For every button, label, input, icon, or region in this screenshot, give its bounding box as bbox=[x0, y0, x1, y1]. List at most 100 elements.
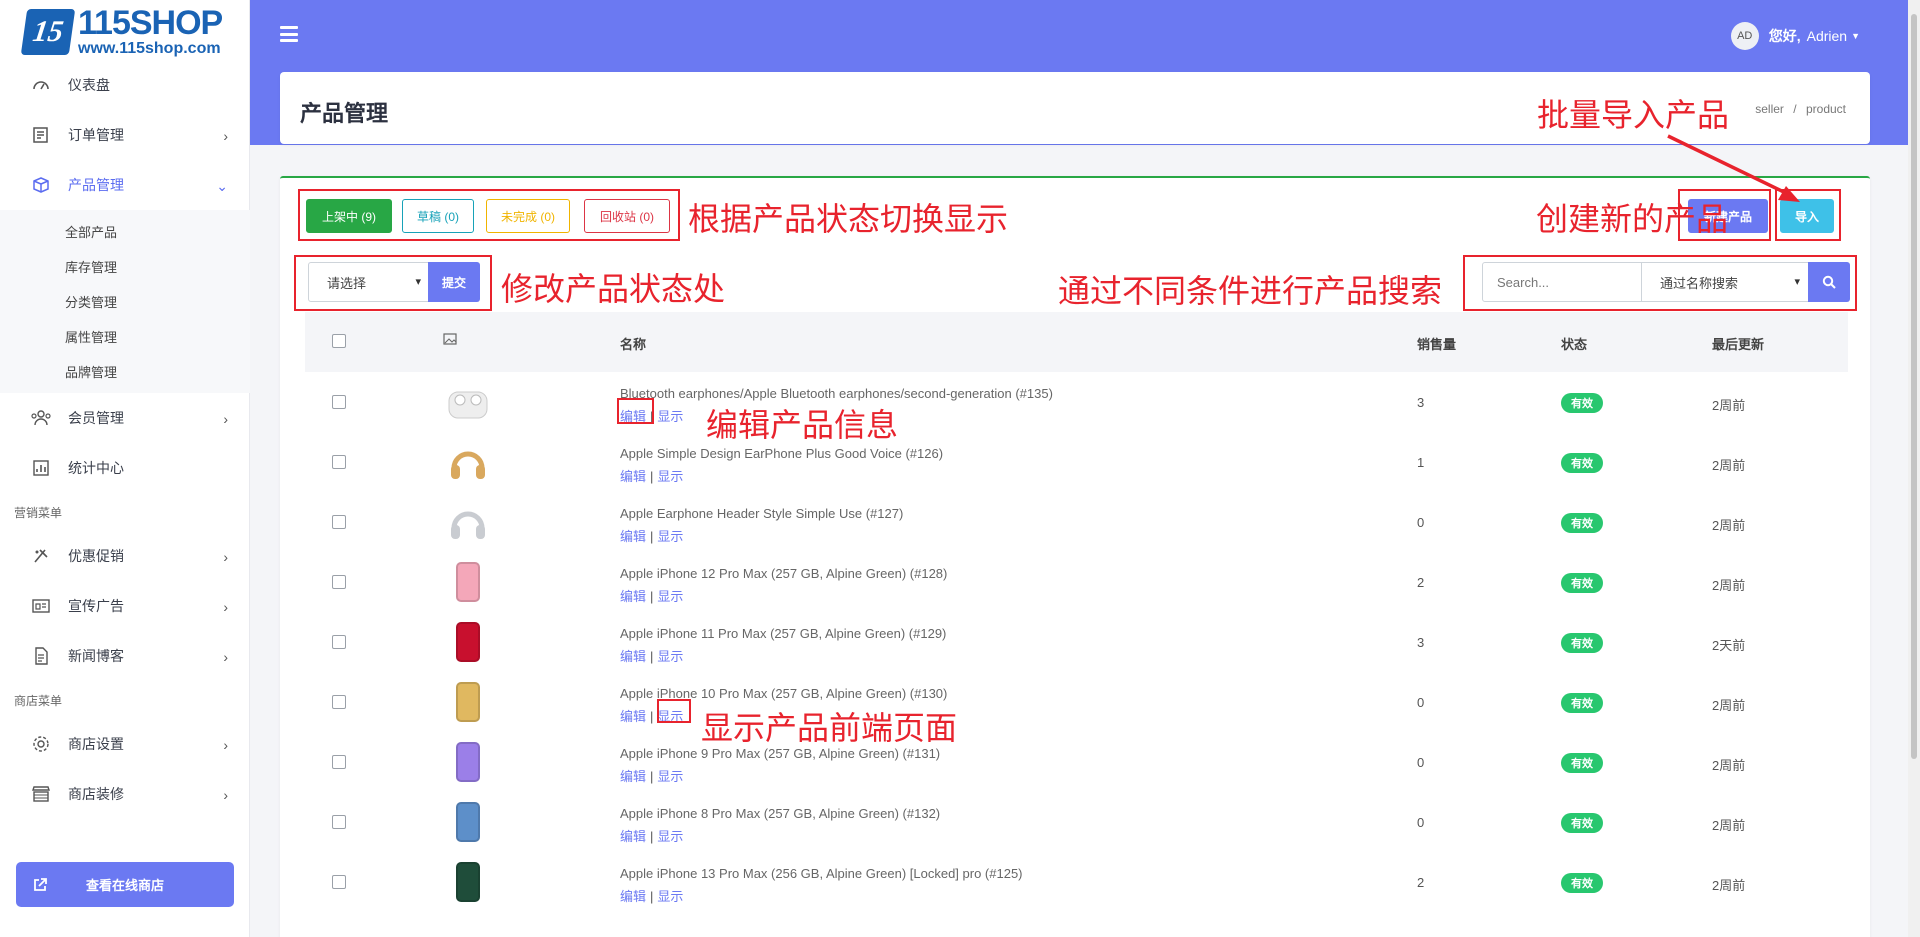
submenu-brands[interactable]: 品牌管理 bbox=[0, 354, 250, 389]
edit-link[interactable]: 编辑 bbox=[620, 589, 646, 604]
sidebar-item-label: 宣传广告 bbox=[68, 598, 124, 614]
product-thumbnail[interactable] bbox=[443, 798, 493, 846]
sidebar-item-orders[interactable]: 订单管理 › bbox=[0, 110, 250, 160]
row-actions: 编辑 | 显示 bbox=[620, 886, 683, 905]
row-checkbox[interactable] bbox=[332, 515, 346, 529]
product-thumbnail[interactable] bbox=[443, 438, 493, 486]
ads-icon bbox=[30, 595, 52, 617]
show-link[interactable]: 显示 bbox=[657, 889, 683, 904]
breadcrumb-seller[interactable]: seller bbox=[1755, 102, 1784, 116]
breadcrumb-product: product bbox=[1805, 102, 1846, 116]
annotation-show-text: 显示产品前端页面 bbox=[701, 710, 958, 746]
annotation-search-text: 通过不同条件进行产品搜索 bbox=[1058, 273, 1443, 309]
edit-link[interactable]: 编辑 bbox=[620, 709, 646, 724]
chevron-right-icon: › bbox=[223, 549, 228, 565]
members-icon bbox=[30, 407, 52, 429]
sidebar-item-label: 统计中心 bbox=[68, 460, 124, 476]
sidebar-item-stats[interactable]: 统计中心 bbox=[0, 443, 250, 493]
greeting: 您好, bbox=[1768, 28, 1801, 44]
section-shop: 商店菜单 bbox=[14, 693, 63, 708]
annotation-bulk-box bbox=[294, 255, 492, 311]
status-badge: 有效 bbox=[1561, 453, 1603, 473]
edit-link[interactable]: 编辑 bbox=[620, 469, 646, 484]
brand-logo[interactable]: 15 115SHOP www.115shop.com bbox=[20, 4, 223, 57]
row-checkbox[interactable] bbox=[332, 455, 346, 469]
product-thumbnail[interactable] bbox=[443, 738, 493, 786]
submenu-inventory[interactable]: 库存管理 bbox=[0, 249, 250, 284]
sidebar-item-shop-settings[interactable]: 商店设置 › bbox=[0, 719, 250, 769]
sidebar-item-label: 会员管理 bbox=[68, 410, 124, 426]
annotation-edit-text: 编辑产品信息 bbox=[706, 407, 899, 443]
sidebar-item-label: 优惠促销 bbox=[68, 548, 124, 564]
product-updated: 2周前 bbox=[1712, 458, 1746, 473]
product-thumbnail-phone bbox=[456, 622, 480, 662]
col-status: 状态 bbox=[1561, 337, 1588, 352]
table-row: Bluetooth earphones/Apple Bluetooth earp… bbox=[305, 372, 1848, 432]
annotation-bulk-text: 修改产品状态处 bbox=[501, 271, 726, 307]
row-actions: 编辑 | 显示 bbox=[620, 586, 683, 605]
show-link[interactable]: 显示 bbox=[657, 829, 683, 844]
select-all-checkbox[interactable] bbox=[332, 334, 346, 348]
product-updated: 2周前 bbox=[1712, 698, 1746, 713]
sidebar-item-products[interactable]: 产品管理 ⌄ bbox=[0, 160, 250, 210]
sidebar-item-promotions[interactable]: 优惠促销 › bbox=[0, 531, 250, 581]
status-badge: 有效 bbox=[1561, 813, 1603, 833]
show-link[interactable]: 显示 bbox=[657, 469, 683, 484]
product-thumbnail[interactable] bbox=[443, 558, 493, 606]
submenu-categories[interactable]: 分类管理 bbox=[0, 284, 250, 319]
table-row: Apple iPhone 8 Pro Max (257 GB, Alpine G… bbox=[305, 792, 1848, 852]
product-sales: 0 bbox=[1417, 815, 1425, 830]
sidebar-item-ads[interactable]: 宣传广告 › bbox=[0, 581, 250, 631]
row-checkbox[interactable] bbox=[332, 755, 346, 769]
submenu-attributes[interactable]: 属性管理 bbox=[0, 319, 250, 354]
edit-link[interactable]: 编辑 bbox=[620, 769, 646, 784]
sidebar-item-members[interactable]: 会员管理 › bbox=[0, 393, 250, 443]
annotation-tabs-box bbox=[298, 189, 680, 241]
row-checkbox[interactable] bbox=[332, 875, 346, 889]
user-menu[interactable]: AD 您好, Adrien ▼ bbox=[1730, 22, 1860, 50]
product-sales: 3 bbox=[1417, 635, 1425, 650]
page-scrollbar[interactable] bbox=[1908, 0, 1920, 937]
product-thumbnail[interactable] bbox=[443, 618, 493, 666]
row-actions: 编辑 | 显示 bbox=[620, 826, 683, 845]
sidebar-item-label: 订单管理 bbox=[68, 127, 124, 143]
edit-link[interactable]: 编辑 bbox=[620, 829, 646, 844]
action-separator: | bbox=[650, 769, 654, 784]
breadcrumb-separator: / bbox=[1793, 102, 1797, 116]
product-name: Apple Simple Design EarPhone Plus Good V… bbox=[620, 446, 944, 461]
product-thumbnail-phone bbox=[456, 682, 480, 722]
row-checkbox[interactable] bbox=[332, 635, 346, 649]
product-name: Apple iPhone 8 Pro Max (257 GB, Alpine G… bbox=[620, 806, 941, 821]
products-submenu: 全部产品 库存管理 分类管理 属性管理 品牌管理 bbox=[0, 210, 250, 393]
show-link[interactable]: 显示 bbox=[657, 649, 683, 664]
product-thumbnail[interactable] bbox=[443, 678, 493, 726]
view-shop-button[interactable]: 查看在线商店 bbox=[16, 862, 234, 907]
show-link[interactable]: 显示 bbox=[657, 589, 683, 604]
sidebar-item-shop-decor[interactable]: 商店装修 › bbox=[0, 769, 250, 819]
show-link[interactable]: 显示 bbox=[657, 409, 683, 424]
submenu-all-products[interactable]: 全部产品 bbox=[0, 214, 250, 249]
show-link[interactable]: 显示 bbox=[657, 529, 683, 544]
show-link[interactable]: 显示 bbox=[657, 769, 683, 784]
row-checkbox[interactable] bbox=[332, 395, 346, 409]
product-thumbnail[interactable] bbox=[443, 858, 493, 906]
table-row: Apple iPhone 13 Pro Max (256 GB, Alpine … bbox=[305, 852, 1848, 912]
product-thumbnail[interactable] bbox=[443, 498, 493, 546]
product-thumbnail[interactable] bbox=[443, 378, 493, 426]
edit-link[interactable]: 编辑 bbox=[620, 889, 646, 904]
row-checkbox[interactable] bbox=[332, 695, 346, 709]
dashboard-icon bbox=[30, 74, 52, 96]
menu-toggle-icon[interactable] bbox=[280, 26, 298, 42]
view-shop-label: 查看在线商店 bbox=[86, 878, 165, 893]
row-checkbox[interactable] bbox=[332, 815, 346, 829]
logo-text: 115SHOP www.115shop.com bbox=[78, 4, 223, 57]
product-thumbnail-phone bbox=[456, 802, 480, 842]
brand-name: 115SHOP bbox=[78, 4, 223, 42]
row-checkbox[interactable] bbox=[332, 575, 346, 589]
edit-link[interactable]: 编辑 bbox=[620, 529, 646, 544]
annotation-edit-box bbox=[617, 398, 654, 424]
sidebar-item-dashboard[interactable]: 仪表盘 bbox=[0, 60, 250, 110]
sidebar-item-blog[interactable]: 新闻博客 › bbox=[0, 631, 250, 681]
section-marketing: 营销菜单 bbox=[14, 505, 63, 520]
edit-link[interactable]: 编辑 bbox=[620, 649, 646, 664]
